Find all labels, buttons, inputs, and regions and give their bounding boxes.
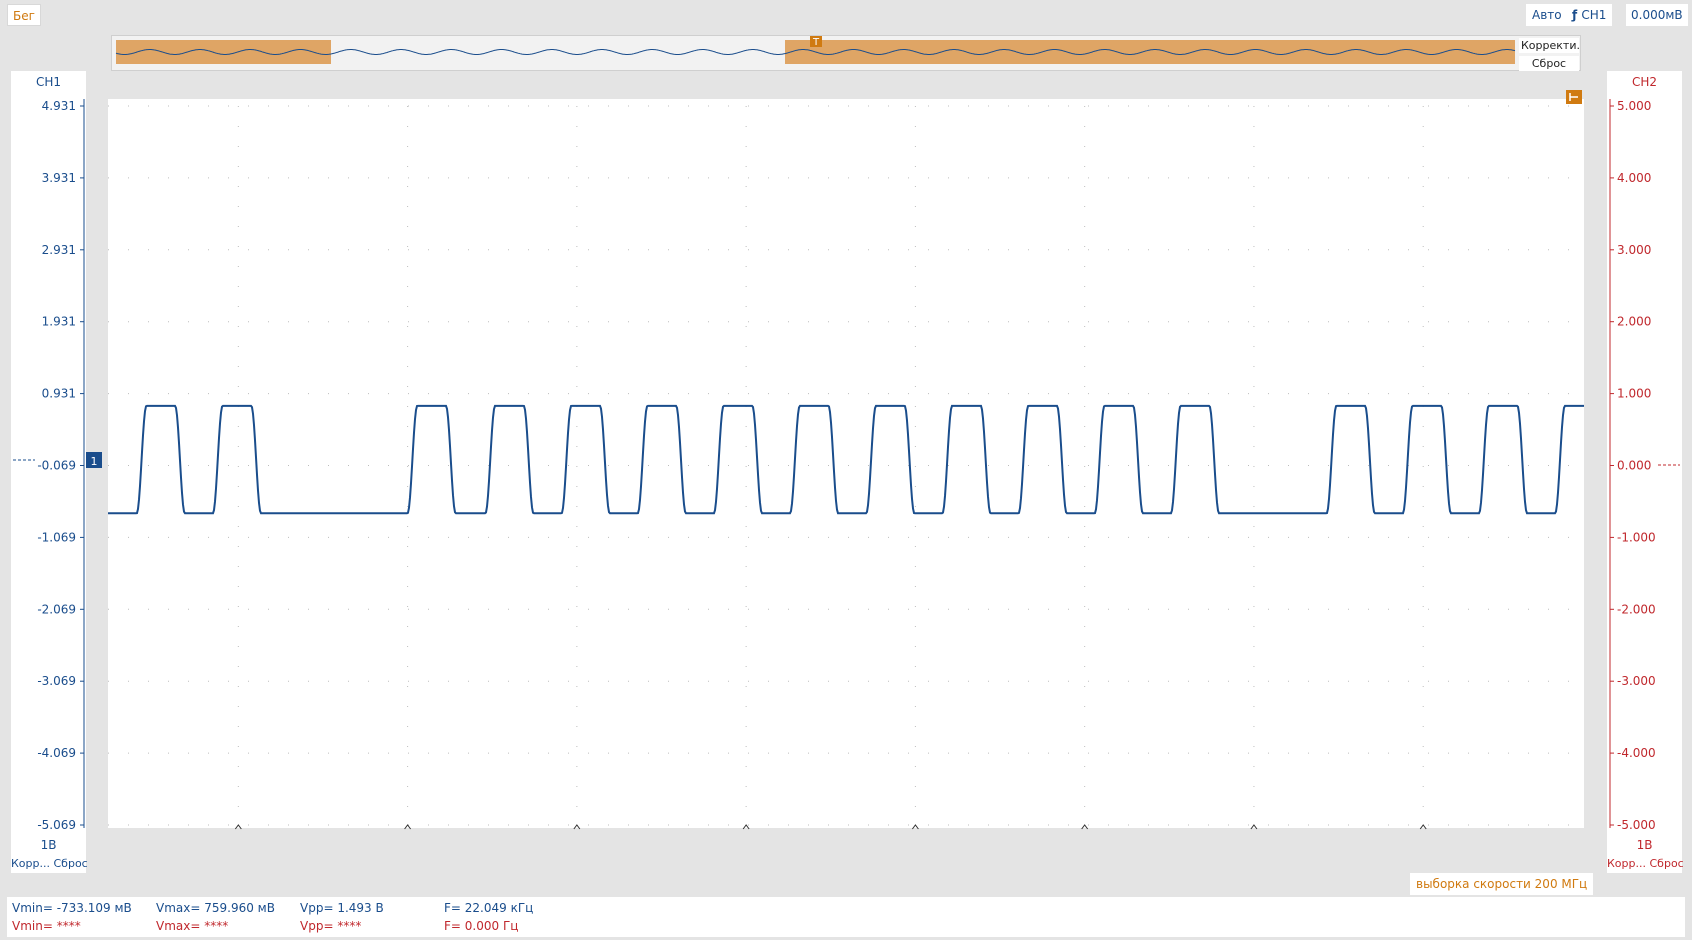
ch1-scale-label[interactable]: 1В (11, 835, 86, 855)
ch2-tick-label: -4.000 (1617, 746, 1656, 760)
ch2-tick-label: 4.000 (1617, 171, 1651, 185)
ch1-adjust-reset-buttons[interactable]: Корр... Сброс (11, 855, 88, 873)
ch1-tick-label: -0.069 (37, 459, 76, 473)
ch1-tick-label: 2.931 (42, 243, 76, 257)
ch1-tick-label: 4.931 (42, 99, 76, 113)
svg-text:1: 1 (91, 455, 98, 468)
ch1-tick-label: -5.069 (37, 818, 76, 832)
oscilloscope-display[interactable]: 4.931 3.931 2.931 1.931 0.931 -0.069 -1.069 -2.… (0, 0, 1692, 835)
ch1-offset-marker[interactable]: 1 (86, 452, 102, 468)
ch2-adjust-reset-buttons[interactable]: Корр... Сброс (1607, 855, 1684, 873)
ch2-tick-label: 3.000 (1617, 243, 1651, 257)
ch2-tick-label: 5.000 (1617, 99, 1651, 113)
ch2-tick-label: 1.000 (1617, 387, 1651, 401)
ch2-vpp: Vpp= **** (300, 919, 362, 933)
ch2-tick-label: -2.000 (1617, 602, 1656, 616)
ch2-tick-label: -1.000 (1617, 530, 1656, 544)
ch2-tick-label: -5.000 (1617, 818, 1656, 832)
ch1-vmax: Vmax= 759.960 мВ (156, 901, 275, 915)
ch1-tick-label: -2.069 (37, 602, 76, 616)
sample-rate-label: выборка скорости 200 МГц (1410, 873, 1594, 895)
ch1-tick-label: -4.069 (37, 746, 76, 760)
plot-area (108, 99, 1584, 828)
ch2-vmin: Vmin= **** (12, 919, 81, 933)
ch1-tick-label: 0.931 (42, 387, 76, 401)
ch2-vmax: Vmax= **** (156, 919, 229, 933)
ch1-tick-label: -1.069 (37, 530, 76, 544)
ch2-tick-label: -3.000 (1617, 674, 1656, 688)
ch1-vmin: Vmin= -733.109 мВ (12, 901, 132, 915)
ch2-freq: F= 0.000 Гц (444, 919, 519, 933)
ch2-scale-label[interactable]: 1В (1607, 835, 1682, 855)
trigger-level-marker[interactable] (1566, 90, 1582, 104)
ch1-tick-label: 3.931 (42, 171, 76, 185)
ch2-tick-label: 0.000 (1617, 459, 1651, 473)
ch1-freq: F= 22.049 кГц (444, 901, 534, 915)
measurements-panel: Vmin= -733.109 мВ Vmax= 759.960 мВ Vpp= … (7, 897, 1685, 937)
ch1-tick-label: 1.931 (42, 315, 76, 329)
ch1-tick-label: -3.069 (37, 674, 76, 688)
ch1-vpp: Vpp= 1.493 В (300, 901, 384, 915)
ch2-tick-label: 2.000 (1617, 315, 1651, 329)
